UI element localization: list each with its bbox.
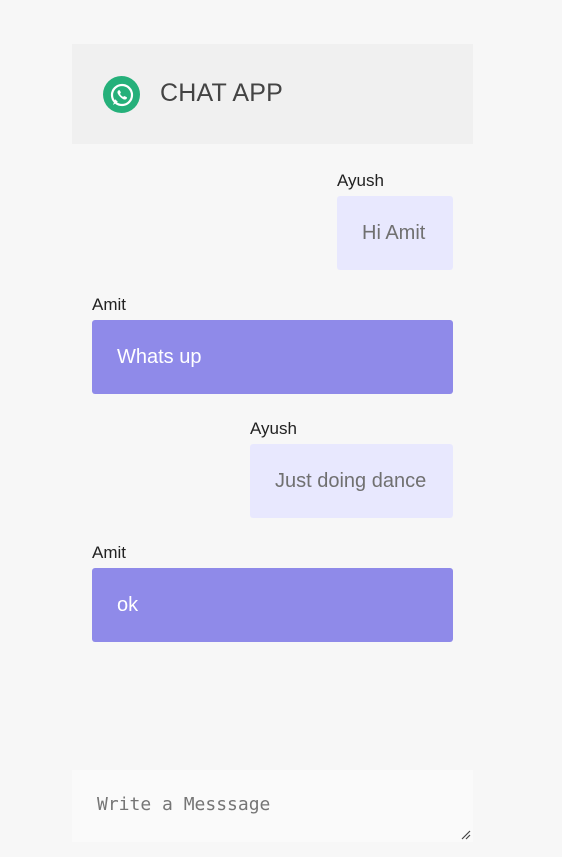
message-bubble: ok bbox=[92, 568, 453, 642]
message-text: Hi Amit bbox=[362, 221, 426, 244]
message-sender: Amit bbox=[92, 295, 126, 314]
message-sender: Ayush bbox=[337, 171, 384, 190]
message-incoming: Amit ok bbox=[92, 543, 453, 642]
message-outgoing: Ayush Hi Amit bbox=[337, 171, 453, 270]
message-sender: Amit bbox=[92, 543, 126, 562]
message-input[interactable] bbox=[72, 770, 473, 842]
whatsapp-icon bbox=[103, 76, 140, 113]
message-sender: Ayush bbox=[250, 419, 297, 438]
message-text: Just doing dance bbox=[275, 469, 427, 492]
message-incoming: Amit Whats up bbox=[92, 295, 453, 394]
chat-header: CHAT APP bbox=[72, 44, 473, 144]
app-title: CHAT APP bbox=[160, 79, 283, 107]
message-bubble: Whats up bbox=[92, 320, 453, 394]
message-composer bbox=[72, 770, 473, 842]
chat-app: CHAT APP Ayush Hi Amit Amit Whats up Ayu… bbox=[0, 0, 562, 857]
message-outgoing: Ayush Just doing dance bbox=[250, 419, 453, 518]
message-text: ok bbox=[117, 593, 139, 616]
resize-grip-icon[interactable] bbox=[461, 830, 471, 840]
message-bubble: Hi Amit bbox=[337, 196, 453, 270]
message-bubble: Just doing dance bbox=[250, 444, 453, 518]
message-text: Whats up bbox=[117, 345, 202, 368]
